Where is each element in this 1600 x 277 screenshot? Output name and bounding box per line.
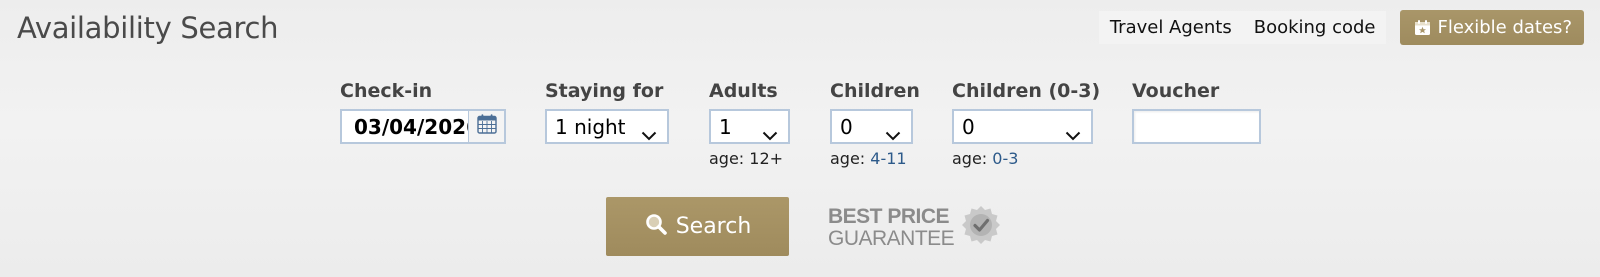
- voucher-label: Voucher: [1132, 80, 1220, 102]
- staying-for-value: 1 night: [555, 114, 626, 139]
- chevron-down-icon: [1065, 122, 1081, 140]
- search-label: Search: [675, 214, 752, 239]
- flexible-dates-button[interactable]: Flexible dates?: [1400, 10, 1584, 45]
- children-age-note: age: 4-11: [830, 149, 907, 168]
- checkin-field: [340, 109, 506, 144]
- chevron-down-icon: [762, 122, 778, 140]
- guarantee-line-2: GUARANTEE: [828, 226, 955, 250]
- guarantee-text: BEST PRICE GUARANTEE: [828, 204, 955, 250]
- flexible-dates-label: Flexible dates?: [1437, 17, 1572, 38]
- checkmark-seal-icon: [960, 204, 1002, 251]
- age-prefix: age:: [709, 149, 745, 168]
- age-prefix: age:: [952, 149, 988, 168]
- infants-label: Children (0-3): [952, 80, 1101, 102]
- chevron-down-icon: [885, 122, 901, 140]
- voucher-input[interactable]: [1132, 109, 1261, 144]
- staying-for-label: Staying for: [545, 80, 664, 102]
- children-select[interactable]: 0: [830, 109, 913, 144]
- best-price-guarantee: BEST PRICE GUARANTEE: [828, 204, 1002, 251]
- adults-select[interactable]: 1: [709, 109, 790, 144]
- infants-select[interactable]: 0: [952, 109, 1093, 144]
- page-title: Availability Search: [17, 11, 279, 45]
- age-prefix: age:: [830, 149, 866, 168]
- staying-for-select[interactable]: 1 night: [545, 109, 669, 144]
- infants-age-range: 0-3: [992, 149, 1019, 168]
- adults-label: Adults: [709, 80, 778, 102]
- infants-value: 0: [962, 114, 975, 139]
- travel-agents-link[interactable]: Travel Agents: [1098, 11, 1243, 44]
- calendar-icon: [476, 113, 498, 140]
- calendar-button[interactable]: [468, 111, 504, 142]
- children-age-range: 4-11: [870, 149, 907, 168]
- children-label: Children: [830, 80, 920, 102]
- magnifier-icon: [644, 212, 668, 242]
- top-links: Travel Agents Booking code Flexible date…: [1098, 10, 1584, 45]
- guarantee-line-1: BEST PRICE: [828, 204, 950, 228]
- chevron-down-icon: [641, 122, 657, 140]
- adults-age-range: 12+: [749, 149, 784, 168]
- adults-age-note: age: 12+: [709, 149, 783, 168]
- checkin-label: Check-in: [340, 80, 433, 102]
- children-value: 0: [840, 114, 853, 139]
- search-button[interactable]: Search: [606, 197, 789, 256]
- adults-value: 1: [719, 114, 732, 139]
- calendar-star-icon: [1414, 19, 1431, 36]
- checkin-date-input[interactable]: [342, 111, 468, 142]
- booking-code-link[interactable]: Booking code: [1242, 11, 1387, 44]
- infants-age-note: age: 0-3: [952, 149, 1018, 168]
